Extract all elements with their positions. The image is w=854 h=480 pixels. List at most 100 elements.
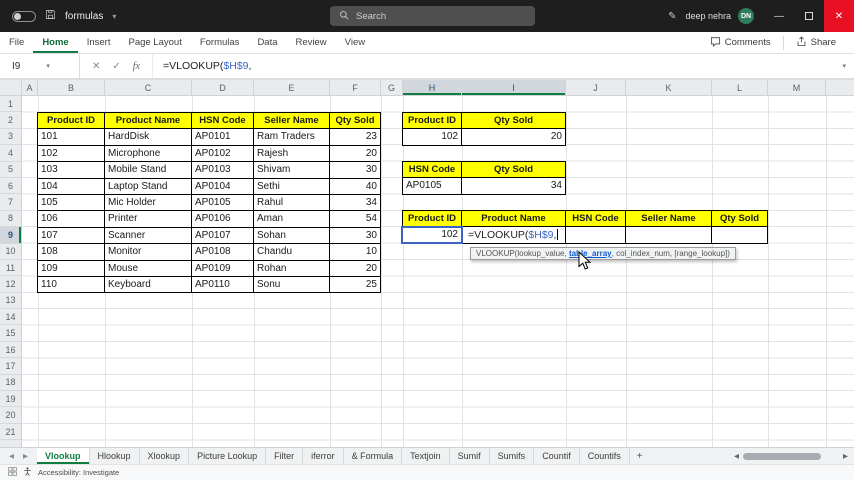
cell[interactable]: Rohan	[254, 260, 330, 277]
cell[interactable]: AP0102	[192, 145, 254, 163]
row-header-10[interactable]: 10	[0, 244, 21, 260]
cell[interactable]: Mouse	[105, 260, 192, 277]
cell[interactable]: AP0105	[403, 178, 462, 195]
column-header-F[interactable]: F	[330, 80, 381, 95]
row-header-11[interactable]: 11	[0, 260, 21, 277]
table-header-cell[interactable]: Qty Sold	[712, 211, 768, 228]
cell[interactable]: 109	[38, 260, 105, 277]
tab-formulas[interactable]: Formulas	[191, 32, 249, 53]
sheet-tab-hlookup[interactable]: Hlookup	[90, 448, 140, 464]
table-header-cell[interactable]: Product ID	[38, 113, 105, 130]
cell[interactable]: Mobile Stand	[105, 162, 192, 179]
cell[interactable]: 20	[330, 145, 381, 163]
close-button[interactable]: ✕	[824, 0, 854, 32]
column-header-E[interactable]: E	[254, 80, 330, 95]
cell[interactable]: 25	[330, 276, 381, 294]
sheet-tab-sumifs[interactable]: Sumifs	[490, 448, 535, 464]
cell[interactable]: 102	[403, 129, 462, 146]
cell[interactable]: 103	[38, 162, 105, 179]
sheet-tab-picture-lookup[interactable]: Picture Lookup	[189, 448, 267, 464]
cell[interactable]: 40	[330, 178, 381, 195]
cell[interactable]: 20	[330, 260, 381, 277]
table-header-cell[interactable]: Product ID	[403, 211, 462, 228]
tab-home[interactable]: Home	[33, 32, 77, 53]
sheet-tab-sumif[interactable]: Sumif	[450, 448, 490, 464]
share-button[interactable]: Share	[788, 35, 844, 50]
cell[interactable]: Rajesh	[254, 145, 330, 163]
cell[interactable]: Scanner	[105, 227, 192, 245]
table-header-cell[interactable]: Qty Sold	[462, 162, 566, 179]
document-title[interactable]: formulas	[65, 11, 103, 22]
cell[interactable]: AP0104	[192, 178, 254, 195]
active-cell-editor[interactable]: =VLOOKUP($H$9,	[464, 228, 564, 243]
tab-data[interactable]: Data	[248, 32, 286, 53]
file-menu-chevron-icon[interactable]: ▾	[112, 12, 116, 21]
horizontal-scrollbar[interactable]	[743, 452, 839, 460]
hscroll-right-icon[interactable]: ▶	[843, 452, 848, 460]
comments-button[interactable]: Comments	[702, 36, 779, 50]
column-header-C[interactable]: C	[105, 80, 192, 95]
cell[interactable]: Ram Traders	[254, 129, 330, 146]
cell[interactable]: 23	[330, 129, 381, 146]
row-header-2[interactable]: 2	[0, 112, 21, 129]
cell[interactable]: 10	[330, 244, 381, 261]
enter-entry-button[interactable]: ✓	[112, 61, 120, 72]
formula-bar-expand-icon[interactable]: ▾	[842, 62, 846, 70]
sheet-tab-formula[interactable]: & Formula	[344, 448, 403, 464]
insert-function-button[interactable]: fx	[133, 61, 140, 72]
name-box-dropdown-icon[interactable]: ▾	[46, 62, 50, 70]
cell[interactable]: 54	[330, 211, 381, 228]
cell[interactable]: AP0106	[192, 211, 254, 228]
sheet-tab-countif[interactable]: Countif	[534, 448, 580, 464]
cell[interactable]: HardDisk	[105, 129, 192, 146]
row-header-13[interactable]: 13	[0, 293, 21, 310]
table-header-cell[interactable]: Seller Name	[626, 211, 712, 228]
sheet-tab-vlookup[interactable]: Vlookup	[37, 448, 90, 464]
row-header-9[interactable]: 9	[0, 227, 21, 244]
row-header-8[interactable]: 8	[0, 211, 21, 228]
tab-file[interactable]: File	[0, 32, 33, 53]
column-header-I[interactable]: I	[462, 80, 566, 95]
avatar[interactable]: DN	[738, 8, 754, 24]
tab-review[interactable]: Review	[287, 32, 336, 53]
row-header-14[interactable]: 14	[0, 309, 21, 326]
cell[interactable]: 104	[38, 178, 105, 195]
cell[interactable]: Chandu	[254, 244, 330, 261]
cell[interactable]: 110	[38, 276, 105, 294]
column-header-J[interactable]: J	[566, 80, 626, 95]
user-name[interactable]: deep nehra	[685, 11, 731, 21]
cell[interactable]: 102	[38, 145, 105, 163]
row-header-6[interactable]: 6	[0, 178, 21, 195]
autosave-toggle[interactable]	[12, 10, 36, 22]
row-header-17[interactable]: 17	[0, 358, 21, 375]
cell[interactable]: 30	[330, 227, 381, 245]
row-header-21[interactable]: 21	[0, 424, 21, 441]
cell[interactable]: Aman	[254, 211, 330, 228]
cell[interactable]: Keyboard	[105, 276, 192, 294]
cell-K9[interactable]	[626, 227, 712, 244]
column-header-partial[interactable]	[826, 80, 854, 95]
row-header-3[interactable]: 3	[0, 129, 21, 146]
column-header-H[interactable]: H	[403, 80, 462, 95]
select-all-corner[interactable]	[0, 80, 22, 95]
table-header-cell[interactable]: Qty Sold	[462, 113, 566, 130]
sheet-grid[interactable]: 1 2 3 4 5 6 7 8 9 10 11 12 13 14 15 16 1…	[0, 96, 854, 447]
table-header-cell[interactable]: Product Name	[105, 113, 192, 130]
column-header-L[interactable]: L	[712, 80, 768, 95]
row-header-16[interactable]: 16	[0, 342, 21, 359]
cell[interactable]: AP0105	[192, 194, 254, 212]
cell-L9[interactable]	[712, 227, 768, 244]
cell[interactable]: Printer	[105, 211, 192, 228]
column-header-A[interactable]: A	[22, 80, 38, 95]
cell[interactable]: Microphone	[105, 145, 192, 163]
formula-input[interactable]: =VLOOKUP($H$9,	[153, 60, 251, 72]
pen-icon[interactable]: ✎	[668, 11, 676, 22]
cell[interactable]: AP0107	[192, 227, 254, 245]
cell[interactable]: 34	[330, 194, 381, 212]
accessibility-status[interactable]: Accessibility: Investigate	[38, 468, 119, 477]
new-sheet-button[interactable]: +	[630, 448, 650, 464]
save-icon[interactable]	[45, 7, 56, 25]
cell[interactable]: AP0101	[192, 129, 254, 146]
cell[interactable]: Monitor	[105, 244, 192, 261]
cell[interactable]: Laptop Stand	[105, 178, 192, 195]
